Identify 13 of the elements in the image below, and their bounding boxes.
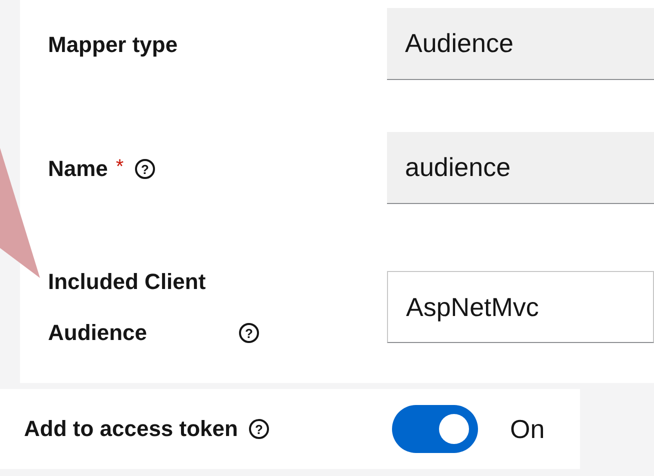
text-field[interactable]: audience [387,132,654,204]
toggle-state: On [510,414,545,444]
field-label: Name [48,155,108,183]
help-icon[interactable]: ? [248,418,270,440]
text-field[interactable]: AspNetMvc [387,271,654,343]
field-label: Mapper type [48,30,178,59]
text-field[interactable]: Audience [387,8,654,80]
help-icon[interactable]: ? [238,322,260,344]
help-icon[interactable]: ? [134,158,156,180]
field-label: Included Client Audience [48,268,207,347]
toggle-switch[interactable] [392,405,478,453]
toggle-label: Add to access token [24,416,238,442]
required-mark: * [116,156,124,178]
